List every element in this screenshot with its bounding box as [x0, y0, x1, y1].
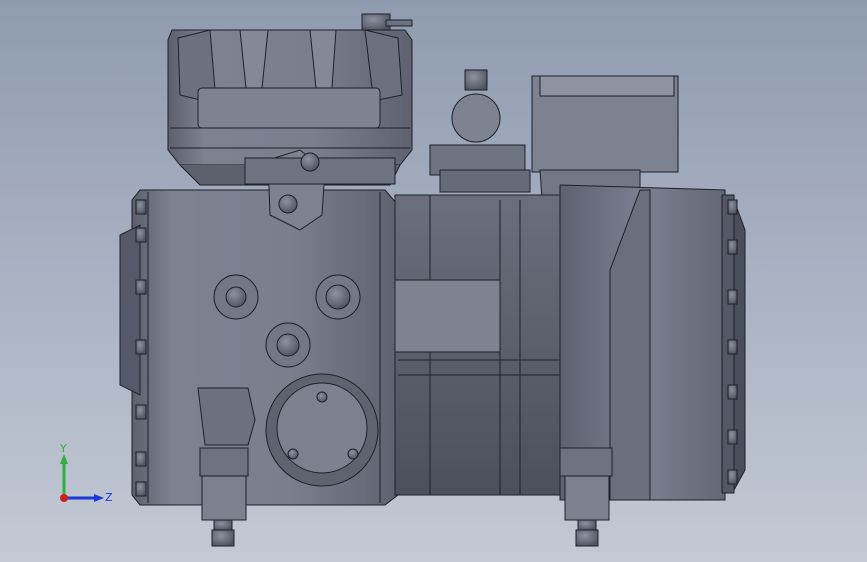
z-axis-arrow	[94, 494, 104, 502]
cylinder-section	[394, 194, 566, 496]
graphics-viewport[interactable]: Y Z	[0, 0, 867, 562]
y-axis-arrow	[60, 454, 68, 464]
mounting-foot-left	[199, 447, 249, 547]
z-axis-label: Z	[105, 491, 113, 504]
service-valve	[429, 69, 531, 193]
x-axis-dot	[60, 494, 68, 502]
mounting-foot-right	[559, 447, 613, 547]
y-axis-label: Y	[59, 442, 67, 455]
axis-triad: Y Z	[59, 442, 113, 504]
flange-bolts-right	[727, 199, 738, 485]
compressor-model[interactable]	[0, 0, 867, 562]
